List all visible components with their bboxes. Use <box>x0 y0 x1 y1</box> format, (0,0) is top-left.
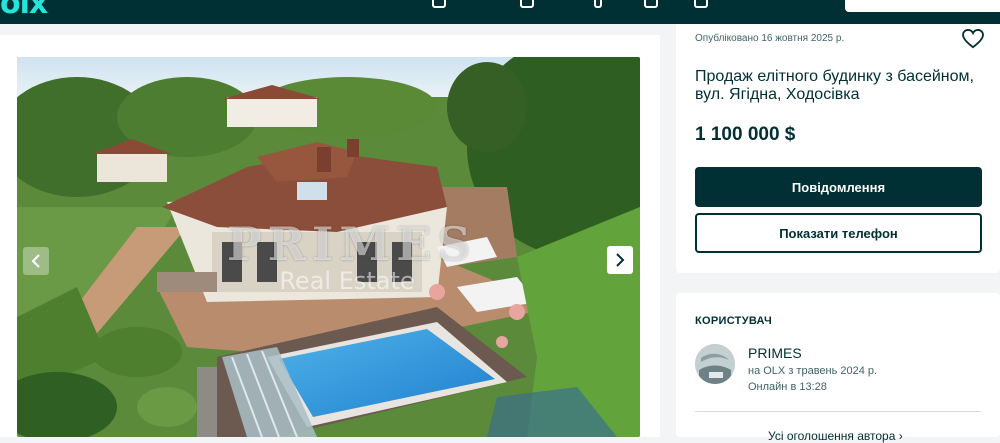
divider <box>695 411 981 412</box>
watermark-primes: PRIMES <box>227 217 477 271</box>
next-photo-button[interactable] <box>607 246 633 274</box>
notification-icon[interactable] <box>644 0 658 8</box>
all-author-ads-link[interactable]: Усі оголошення автора › <box>768 429 903 443</box>
seller-since: на OLX з травень 2024 р. <box>748 365 878 377</box>
user-icon[interactable] <box>694 0 708 8</box>
listing-summary-card: Опубліковано 16 жовтня 2025 р. Продаж ел… <box>676 24 1000 273</box>
heart-icon[interactable] <box>520 0 534 8</box>
favorite-heart-icon[interactable] <box>962 29 984 49</box>
chevron-right-icon: › <box>898 429 903 443</box>
bell-icon[interactable] <box>594 0 602 8</box>
all-ads-label: Усі оголошення автора <box>768 429 896 443</box>
listing-price: 1 100 000 $ <box>695 124 796 145</box>
avatar[interactable] <box>695 344 735 384</box>
photo-watermark: PRIMES Real Estate <box>227 217 477 295</box>
published-date: Опубліковано 16 жовтня 2025 р. <box>695 33 845 44</box>
show-phone-button[interactable]: Показати телефон <box>695 213 982 253</box>
olx-logo[interactable]: olx <box>0 0 48 21</box>
seller-heading: КОРИСТУВАЧ <box>695 315 772 327</box>
seller-card: КОРИСТУВАЧ PRIMES на OLX з травень 2024 … <box>676 293 1000 443</box>
previous-photo-button[interactable] <box>23 247 49 275</box>
chevron-left-icon <box>31 254 40 268</box>
seller-online-status: Онлайн в 13:28 <box>748 381 827 393</box>
chat-icon[interactable] <box>432 0 446 8</box>
post-ad-button[interactable] <box>845 0 1000 12</box>
top-navigation-bar: olx <box>0 0 1000 24</box>
listing-title: Продаж елітного будинку з басейном, вул.… <box>695 68 974 103</box>
avatar-icon <box>695 344 735 384</box>
seller-name[interactable]: PRIMES <box>748 345 802 361</box>
watermark-real-estate: Real Estate <box>279 267 415 295</box>
message-button[interactable]: Повідомлення <box>695 167 982 207</box>
listing-photo[interactable]: PRIMES Real Estate <box>17 57 640 437</box>
chevron-right-icon <box>616 253 625 267</box>
